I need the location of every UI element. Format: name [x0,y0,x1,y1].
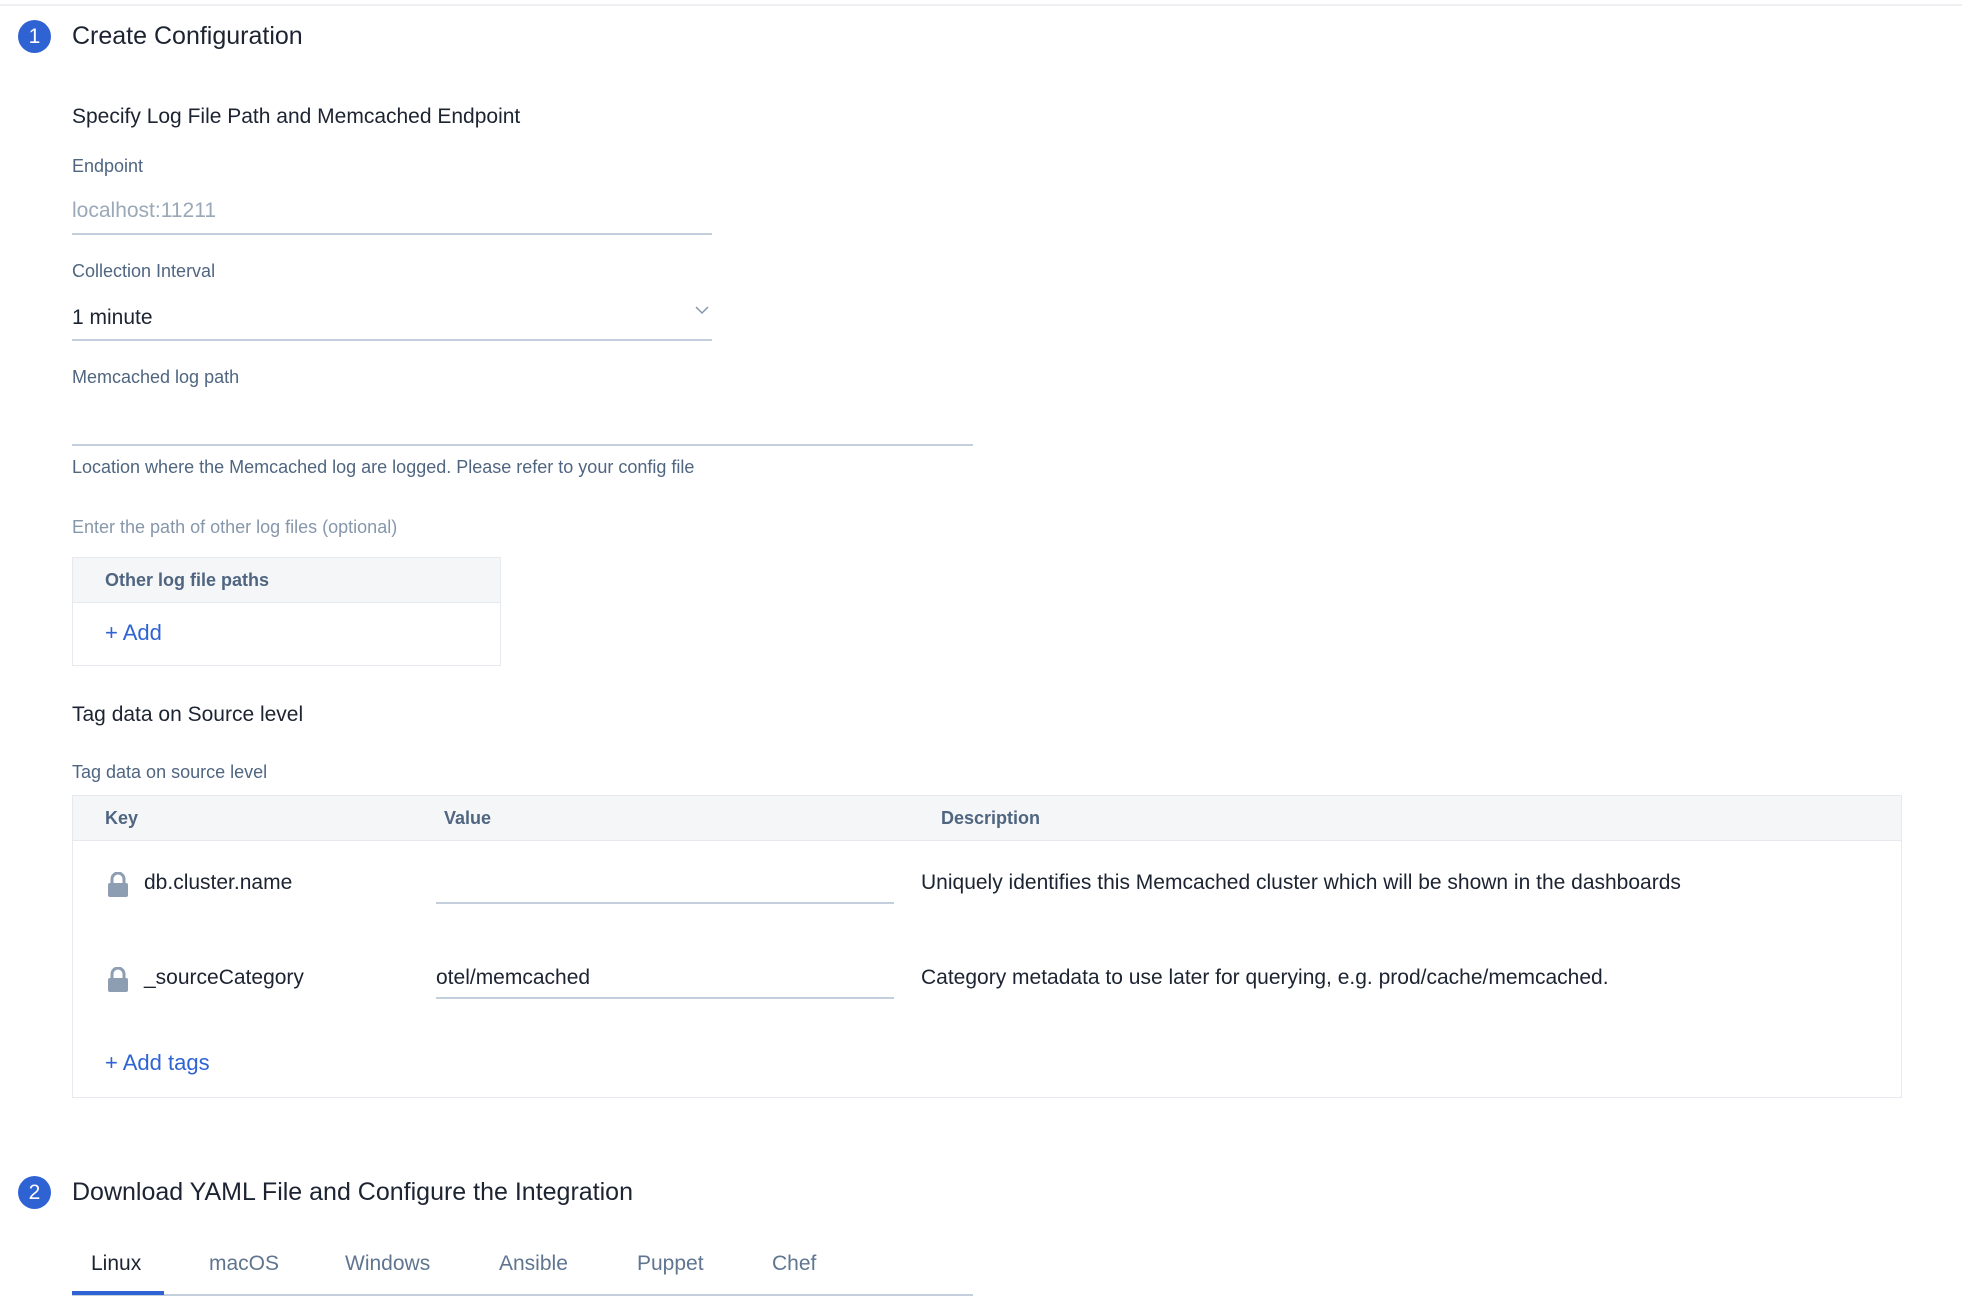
endpoint-underline [72,233,712,235]
log-path-input[interactable] [72,405,973,443]
section-1-subtitle: Specify Log File Path and Memcached Endp… [72,105,521,128]
tag-description: Uniquely identifies this Memcached clust… [921,871,1681,894]
table-row: db.cluster.name Uniquely identifies this… [73,842,1901,938]
interval-select[interactable]: 1 minute [72,306,153,330]
tabs-divider [72,1294,973,1296]
log-path-underline [72,444,973,446]
lock-icon [108,967,128,992]
active-tab-indicator [72,1291,164,1295]
tab-windows[interactable]: Windows [345,1252,430,1276]
column-key: Key [105,808,139,828]
interval-underline [72,339,712,341]
tags-label: Tag data on source level [72,762,268,782]
section-2-title: Download YAML File and Configure the Int… [72,1178,633,1206]
section-1-title: Create Configuration [72,22,303,50]
tags-table: Key Value Description db.cluster.name Un… [72,795,1902,1098]
add-tags-button[interactable]: + Add tags [105,1050,210,1076]
tag-key: _sourceCategory [144,966,304,989]
tab-chef[interactable]: Chef [772,1252,816,1276]
table-row: _sourceCategory otel/memcached Category … [73,938,1901,1034]
tab-macos[interactable]: macOS [209,1252,279,1276]
top-divider [0,4,1962,6]
other-paths-hint: Enter the path of other log files (optio… [72,517,398,537]
tag-value-underline [436,997,894,999]
log-path-helper: Location where the Memcached log are log… [72,457,695,477]
endpoint-label: Endpoint [72,156,144,176]
tag-value-underline [436,902,894,904]
tab-linux[interactable]: Linux [91,1252,141,1276]
other-paths-header: Other log file paths [73,558,500,603]
add-path-button[interactable]: + Add [105,620,162,646]
other-paths-header-label: Other log file paths [105,570,270,590]
column-description: Description [941,808,1041,828]
tab-ansible[interactable]: Ansible [499,1252,568,1276]
tag-key: db.cluster.name [144,871,293,894]
tag-description: Category metadata to use later for query… [921,966,1609,989]
log-path-label: Memcached log path [72,367,240,387]
other-paths-box: Other log file paths + Add [72,557,501,666]
column-value: Value [444,808,492,828]
step-1-badge: 1 [18,20,51,53]
tags-title: Tag data on Source level [72,703,304,726]
tags-table-header: Key Value Description [73,796,1901,841]
step-2-badge: 2 [18,1176,51,1209]
tag-value-input[interactable] [436,871,894,901]
lock-icon [108,872,128,897]
tag-value-input[interactable]: otel/memcached [436,966,590,990]
tab-puppet[interactable]: Puppet [637,1252,704,1276]
chevron-down-icon[interactable] [695,305,709,315]
endpoint-input[interactable]: localhost:11211 [72,199,216,223]
interval-label: Collection Interval [72,261,216,281]
